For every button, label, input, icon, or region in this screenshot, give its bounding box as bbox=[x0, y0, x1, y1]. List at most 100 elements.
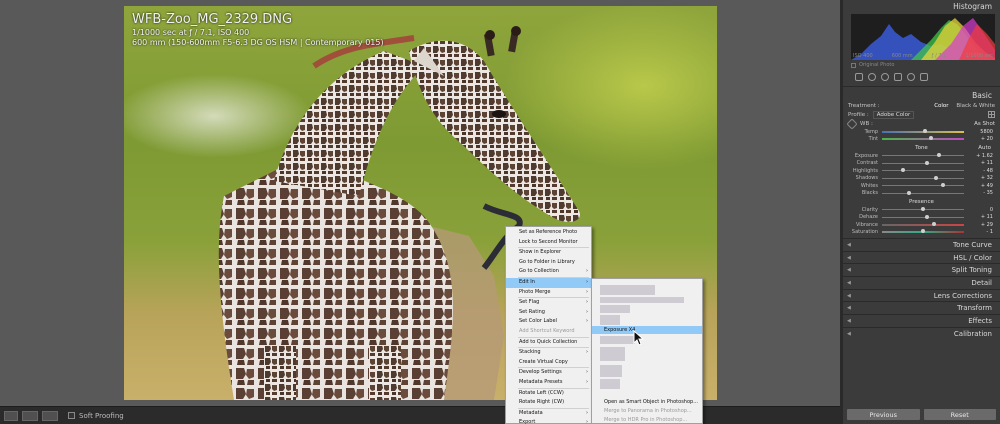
slider-knob[interactable] bbox=[937, 153, 942, 158]
slider-blacks[interactable]: Blacks - 35 bbox=[848, 190, 995, 198]
menu-item-rotate-left-ccw[interactable]: Rotate Left (CCW) bbox=[506, 389, 591, 399]
menu-item-lock-to-second-monitor[interactable]: Lock to Second Monitor bbox=[506, 238, 591, 248]
collapse-triangle-icon[interactable]: ◀ bbox=[847, 280, 851, 286]
collapse-triangle-icon[interactable]: ◀ bbox=[847, 331, 851, 337]
menu-item-export[interactable]: Export › bbox=[506, 418, 591, 424]
slider-track[interactable] bbox=[882, 153, 964, 158]
menu-item-create-virtual-copy[interactable]: Create Virtual Copy bbox=[506, 358, 591, 368]
menu-item-set-color-label[interactable]: Set Color Label › bbox=[506, 317, 591, 327]
previous-button[interactable]: Previous bbox=[847, 409, 920, 420]
red-eye-tool-icon[interactable] bbox=[881, 73, 889, 81]
wb-dropdown[interactable]: As Shot bbox=[974, 121, 995, 127]
slider-dehaze[interactable]: Dehaze + 11 bbox=[848, 214, 995, 222]
slider-tint[interactable]: Tint + 20 bbox=[848, 136, 995, 144]
slider-value[interactable]: + 1.62 bbox=[964, 153, 995, 159]
slider-value[interactable]: 5800 bbox=[964, 129, 995, 135]
slider-knob[interactable] bbox=[922, 128, 927, 133]
slider-track[interactable] bbox=[882, 128, 964, 133]
slider-track[interactable] bbox=[882, 214, 964, 219]
slider-value[interactable]: + 49 bbox=[964, 183, 995, 189]
menu-item-rotate-right-cw[interactable]: Rotate Right (CW) bbox=[506, 398, 591, 408]
histogram-header[interactable]: Histogram bbox=[843, 0, 1000, 12]
tone-auto-button[interactable]: Auto bbox=[978, 145, 991, 151]
slider-track[interactable] bbox=[882, 190, 964, 195]
slider-knob[interactable] bbox=[925, 160, 930, 165]
crop-tool-icon[interactable] bbox=[855, 73, 863, 81]
adjustment-brush-tool-icon[interactable] bbox=[920, 73, 928, 81]
redacted-app-entry[interactable] bbox=[600, 365, 622, 377]
slider-knob[interactable] bbox=[921, 207, 925, 212]
slider-track[interactable] bbox=[882, 168, 964, 173]
redacted-app-entry[interactable] bbox=[600, 347, 625, 361]
slider-value[interactable]: + 20 bbox=[964, 136, 995, 142]
section-hsl-color[interactable]: ◀ HSL / Color bbox=[843, 250, 1000, 264]
slider-clarity[interactable]: Clarity 0 bbox=[848, 206, 995, 214]
collapse-triangle-icon[interactable]: ◀ bbox=[847, 255, 851, 261]
redacted-app-entry[interactable] bbox=[600, 336, 635, 344]
slider-knob[interactable] bbox=[925, 214, 930, 219]
redacted-app-entry[interactable] bbox=[600, 379, 620, 389]
collapse-triangle-icon[interactable]: ◀ bbox=[847, 267, 851, 273]
redacted-app-entry[interactable] bbox=[600, 305, 630, 313]
menu-item-photo-merge[interactable]: Photo Merge › bbox=[506, 288, 591, 298]
menu-item-set-rating[interactable]: Set Rating › bbox=[506, 308, 591, 318]
slider-saturation[interactable]: Saturation - 1 bbox=[848, 229, 995, 237]
slider-track[interactable] bbox=[882, 183, 964, 188]
slider-track[interactable] bbox=[882, 160, 964, 165]
slider-vibrance[interactable]: Vibrance + 29 bbox=[848, 221, 995, 229]
collapse-triangle-icon[interactable]: ◀ bbox=[847, 293, 851, 299]
collapse-triangle-icon[interactable]: ◀ bbox=[847, 305, 851, 311]
slider-track[interactable] bbox=[882, 221, 964, 226]
reset-button[interactable]: Reset bbox=[923, 409, 996, 420]
section-split-toning[interactable]: ◀ Split Toning bbox=[843, 263, 1000, 276]
submenu-item-exposure-x4[interactable]: Exposure X4 bbox=[592, 326, 702, 334]
collapse-triangle-icon[interactable]: ◀ bbox=[847, 242, 851, 248]
profile-browser-grid-icon[interactable] bbox=[988, 111, 995, 118]
collapse-triangle-icon[interactable]: ◀ bbox=[847, 318, 851, 324]
photo-canvas[interactable]: WFB-Zoo_MG_2329.DNG 1/1000 sec at ƒ / 7.… bbox=[0, 0, 840, 406]
section-detail[interactable]: ◀ Detail bbox=[843, 276, 1000, 289]
treatment-color-option[interactable]: Color bbox=[934, 103, 948, 109]
spot-removal-tool-icon[interactable] bbox=[868, 73, 876, 81]
basic-header[interactable]: Basic bbox=[843, 89, 1000, 101]
menu-item-develop-settings[interactable]: Develop Settings › bbox=[506, 368, 591, 378]
menu-item-edit-in[interactable]: Edit In › bbox=[506, 277, 591, 288]
menu-item-stacking[interactable]: Stacking › bbox=[506, 348, 591, 358]
section-tone-curve[interactable]: ◀ Tone Curve bbox=[843, 238, 1000, 251]
slider-value[interactable]: - 48 bbox=[964, 168, 995, 174]
slider-value[interactable]: + 11 bbox=[964, 160, 995, 166]
slider-shadows[interactable]: Shadows + 32 bbox=[848, 175, 995, 183]
slider-value[interactable]: - 35 bbox=[964, 190, 995, 196]
menu-item-go-to-folder-in-library[interactable]: Go to Folder in Library bbox=[506, 258, 591, 268]
menu-item-set-as-reference-photo[interactable]: Set as Reference Photo bbox=[506, 228, 591, 238]
slider-exposure[interactable]: Exposure + 1.62 bbox=[848, 152, 995, 160]
section-lens-corrections[interactable]: ◀ Lens Corrections bbox=[843, 288, 1000, 302]
loupe-view-button[interactable] bbox=[4, 410, 18, 421]
radial-filter-tool-icon[interactable] bbox=[907, 73, 915, 81]
graduated-filter-tool-icon[interactable] bbox=[894, 73, 902, 81]
slider-knob[interactable] bbox=[901, 168, 906, 173]
redacted-app-entry[interactable] bbox=[600, 285, 655, 295]
menu-item-show-in-explorer[interactable]: Show in Explorer bbox=[506, 248, 591, 258]
slider-value[interactable]: + 29 bbox=[964, 222, 995, 228]
redacted-app-entry[interactable] bbox=[600, 315, 620, 325]
soft-proofing-checkbox[interactable] bbox=[68, 412, 75, 419]
menu-item-metadata[interactable]: Metadata › bbox=[506, 409, 591, 419]
slider-knob[interactable] bbox=[932, 221, 937, 226]
section-transform[interactable]: ◀ Transform bbox=[843, 301, 1000, 314]
slider-highlights[interactable]: Highlights - 48 bbox=[848, 167, 995, 175]
profile-dropdown[interactable]: Adobe Color bbox=[872, 110, 915, 119]
slider-track[interactable] bbox=[882, 175, 964, 180]
slider-value[interactable]: + 32 bbox=[964, 175, 995, 181]
section-effects[interactable]: ◀ Effects bbox=[843, 314, 1000, 327]
histogram[interactable]: ISO 400 600 mm ƒ / 7.1 1/1000 sec bbox=[851, 14, 995, 60]
redacted-app-entry[interactable] bbox=[600, 297, 684, 303]
original-photo-checkbox[interactable] bbox=[851, 62, 856, 68]
slider-track[interactable] bbox=[882, 207, 964, 212]
before-after-button[interactable] bbox=[22, 410, 38, 421]
before-after-swap-button[interactable] bbox=[42, 410, 58, 421]
slider-whites[interactable]: Whites + 49 bbox=[848, 182, 995, 190]
slider-value[interactable]: 0 bbox=[964, 207, 995, 213]
slider-temp[interactable]: Temp 5800 bbox=[848, 128, 995, 136]
slider-knob[interactable] bbox=[934, 175, 939, 180]
